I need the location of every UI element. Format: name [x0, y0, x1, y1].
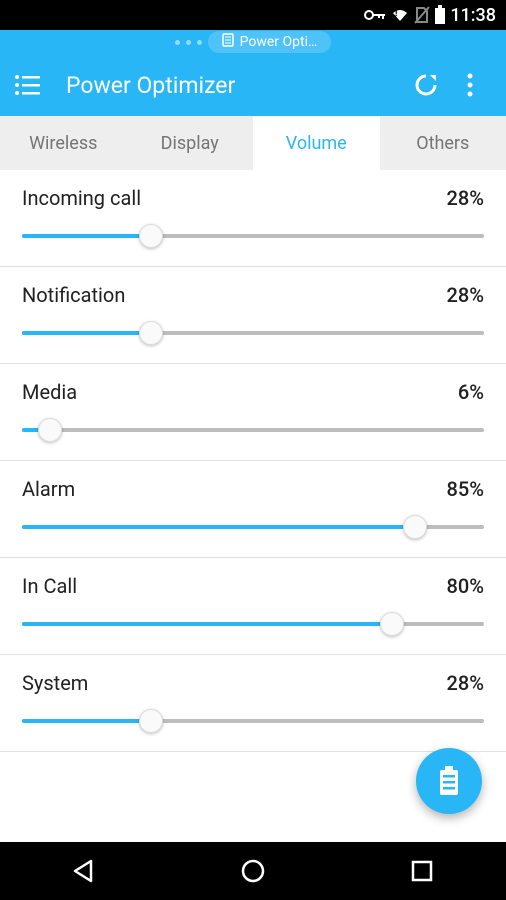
back-icon: [71, 858, 97, 884]
wifi-icon: !: [390, 7, 410, 23]
recents-button[interactable]: [392, 860, 452, 882]
slider-thumb[interactable]: [403, 515, 427, 539]
recent-app-pill[interactable]: Power Opti…: [208, 31, 332, 53]
tab-others[interactable]: Others: [380, 116, 506, 170]
slider-value: 28%: [447, 186, 484, 210]
tab-label: Wireless: [29, 133, 97, 154]
tab-wireless[interactable]: Wireless: [0, 116, 127, 170]
tab-label: Volume: [286, 133, 347, 154]
menu-button[interactable]: [14, 74, 48, 96]
overflow-icon: [467, 73, 473, 97]
slider-value: 6%: [458, 380, 484, 404]
slider-thumb[interactable]: [139, 321, 163, 345]
slider-row: System 28%: [0, 655, 506, 752]
slider-thumb[interactable]: [139, 709, 163, 733]
volume-slider[interactable]: [22, 224, 484, 248]
no-sim-icon: [414, 6, 430, 24]
svg-text:!: !: [395, 9, 397, 19]
back-button[interactable]: [54, 858, 114, 884]
menu-icon: [14, 74, 40, 96]
slider-label: Media: [22, 380, 77, 404]
slider-row: Incoming call 28%: [0, 170, 506, 267]
refresh-button[interactable]: [404, 71, 448, 99]
tab-display[interactable]: Display: [127, 116, 254, 170]
volume-slider[interactable]: [22, 612, 484, 636]
slider-row: Media 6%: [0, 364, 506, 461]
battery-icon: [434, 5, 446, 25]
volume-slider[interactable]: [22, 418, 484, 442]
slider-value: 80%: [447, 574, 484, 598]
slider-fill: [22, 234, 151, 238]
battery-fab[interactable]: [416, 748, 482, 814]
tab-label: Display: [161, 133, 219, 154]
slider-value: 28%: [447, 671, 484, 695]
slider-fill: [22, 719, 151, 723]
volume-slider[interactable]: [22, 709, 484, 733]
slider-row: In Call 80%: [0, 558, 506, 655]
document-icon: [222, 33, 234, 51]
battery-icon: [438, 766, 460, 796]
recent-app-label: Power Opti…: [240, 34, 318, 50]
slider-value: 28%: [447, 283, 484, 307]
navigation-bar: [0, 842, 506, 900]
overflow-button[interactable]: [448, 73, 492, 97]
app-bar: Power Optimizer: [0, 54, 506, 116]
slider-thumb[interactable]: [38, 418, 62, 442]
recent-dots: [175, 40, 202, 45]
recent-app-bar: Power Opti…: [0, 30, 506, 54]
slider-fill: [22, 331, 151, 335]
slider-value: 85%: [447, 477, 484, 501]
slider-row: Notification 28%: [0, 267, 506, 364]
status-bar: ! 11:38: [0, 0, 506, 30]
refresh-icon: [412, 71, 440, 99]
tab-volume[interactable]: Volume: [253, 116, 380, 170]
slider-fill: [22, 622, 392, 626]
tab-bar: Wireless Display Volume Others: [0, 116, 506, 170]
slider-label: System: [22, 671, 88, 695]
slider-label: Incoming call: [22, 186, 141, 210]
key-icon: [364, 8, 386, 22]
volume-slider[interactable]: [22, 321, 484, 345]
tab-label: Others: [416, 133, 469, 154]
slider-label: Alarm: [22, 477, 75, 501]
home-icon: [240, 858, 266, 884]
volume-panel: Incoming call 28% Notification 28% Media…: [0, 170, 506, 752]
slider-label: In Call: [22, 574, 77, 598]
clock: 11:38: [450, 5, 496, 26]
slider-row: Alarm 85%: [0, 461, 506, 558]
recents-icon: [411, 860, 433, 882]
slider-track: [22, 428, 484, 432]
slider-fill: [22, 525, 415, 529]
slider-label: Notification: [22, 283, 125, 307]
volume-slider[interactable]: [22, 515, 484, 539]
slider-thumb[interactable]: [139, 224, 163, 248]
app-title: Power Optimizer: [66, 72, 404, 99]
home-button[interactable]: [223, 858, 283, 884]
slider-thumb[interactable]: [380, 612, 404, 636]
